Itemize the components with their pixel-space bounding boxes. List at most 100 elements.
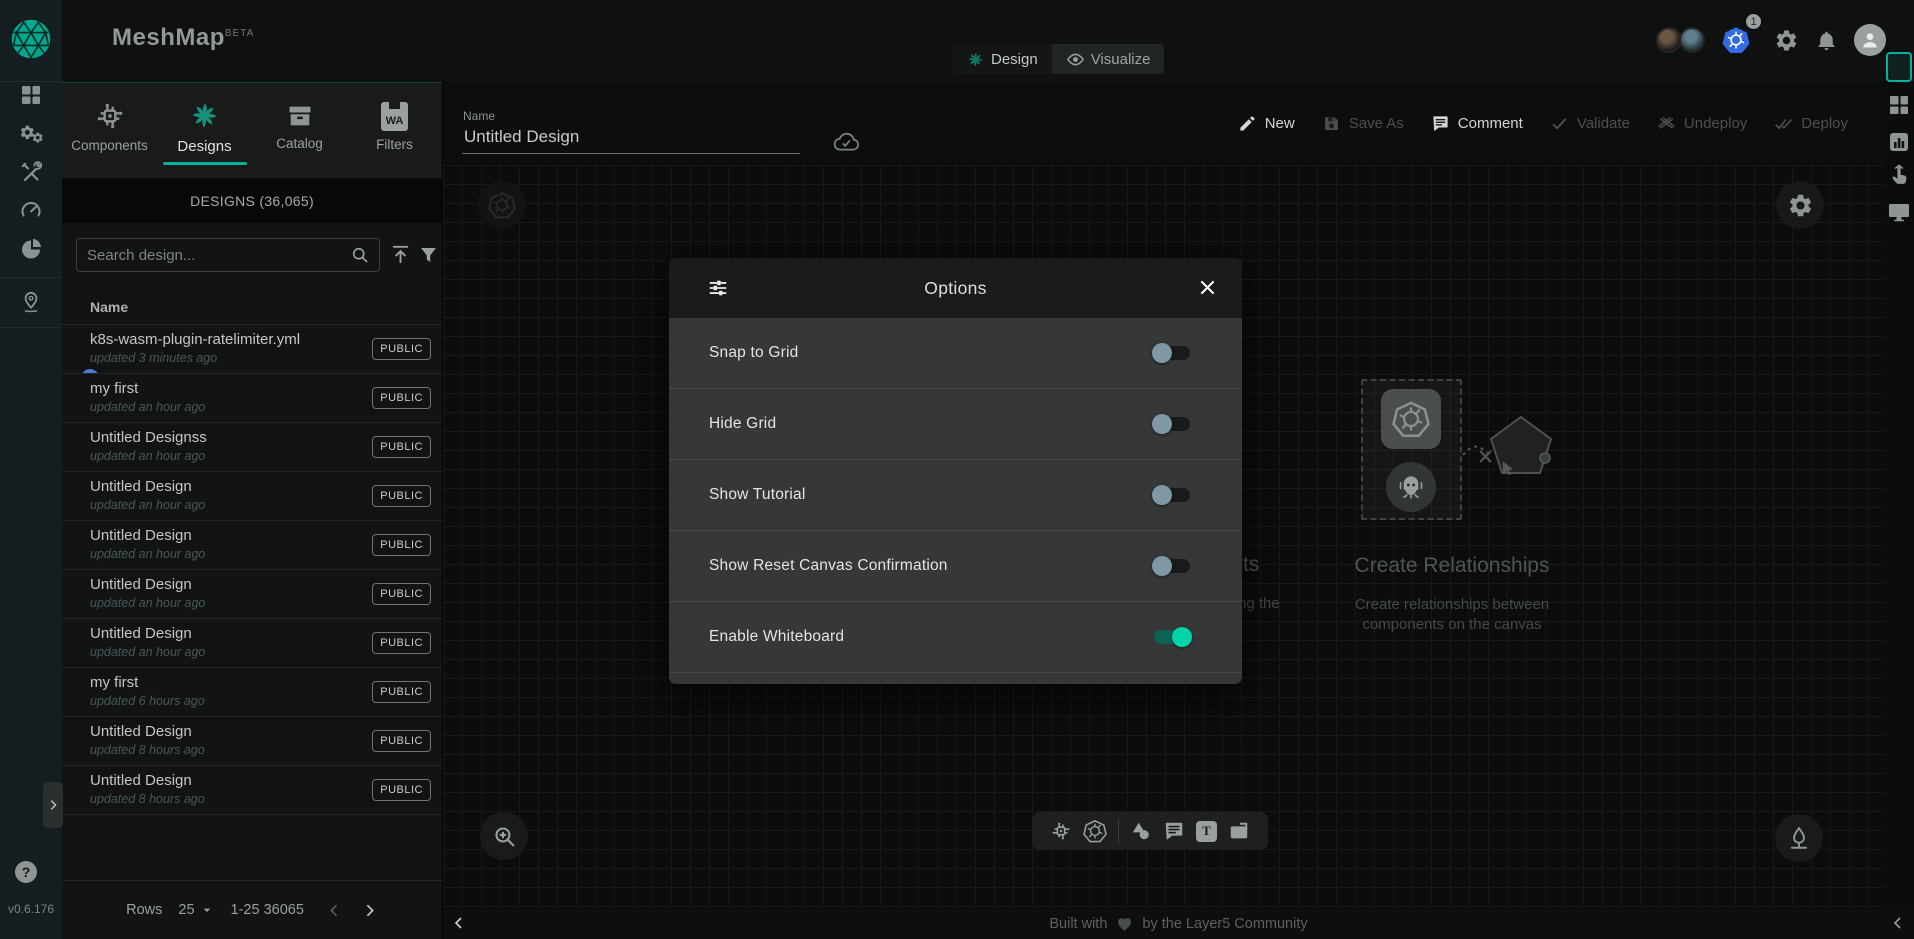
design-name-label: Name <box>463 109 495 123</box>
design-row[interactable]: Untitled Designss updated an hour ago PU… <box>62 423 442 472</box>
pagination-bar: Rows 25 1-25 36065 <box>62 880 442 939</box>
zoom-button[interactable] <box>480 812 528 860</box>
public-badge: PUBLIC <box>372 583 431 605</box>
designs-count-header: DESIGNS (36,065) <box>62 178 442 223</box>
design-row[interactable]: Untitled Design updated 8 hours ago PUBL… <box>62 766 442 815</box>
show-tutorial-switch[interactable] <box>1154 488 1190 502</box>
public-badge: PUBLIC <box>372 436 431 458</box>
catalog-icon <box>286 102 314 130</box>
next-page-button[interactable] <box>361 902 378 919</box>
toolbar-divider <box>1118 819 1119 843</box>
design-row[interactable]: Untitled Design updated an hour ago PUBL… <box>62 472 442 521</box>
user-avatar[interactable] <box>1854 24 1886 56</box>
canvas-settings-button[interactable] <box>1776 181 1824 229</box>
design-row[interactable]: Untitled Design updated an hour ago PUBL… <box>62 521 442 570</box>
design-name-input[interactable] <box>462 125 800 154</box>
tool-kubernetes[interactable] <box>1083 819 1107 843</box>
visualize-mode-button[interactable]: Visualize <box>1052 44 1165 74</box>
comment-icon <box>1163 820 1185 842</box>
squid-node-icon <box>1386 462 1436 512</box>
extensions-pie-icon[interactable] <box>19 237 43 261</box>
deploy-button[interactable]: Deploy <box>1774 114 1848 133</box>
context-count-badge: 1 <box>1744 12 1763 31</box>
kubernetes-context-icon[interactable] <box>1722 26 1750 54</box>
validate-button[interactable]: Validate <box>1550 114 1630 133</box>
canvas-toolbar-top: Name New Save As Comment Validate Undepl… <box>443 82 1884 165</box>
design-name: k8s-wasm-plugin-ratelimiter.yml <box>90 331 300 348</box>
design-updated: updated an hour ago <box>90 547 205 561</box>
expand-sidebar-button[interactable] <box>43 782 63 828</box>
touch-interaction-icon[interactable] <box>1887 163 1911 187</box>
search-input[interactable] <box>77 247 350 264</box>
pump-button[interactable] <box>1775 814 1823 862</box>
tool-shapes[interactable] <box>1130 820 1152 842</box>
design-row[interactable]: Untitled Design updated an hour ago PUBL… <box>62 619 442 668</box>
snap-to-grid-switch[interactable] <box>1154 346 1190 360</box>
canvas-context-button[interactable] <box>478 181 526 229</box>
comment-icon <box>1431 114 1450 133</box>
design-row[interactable]: Untitled Design updated 8 hours ago PUBL… <box>62 717 442 766</box>
filter-designs-button[interactable] <box>418 244 439 265</box>
design-row[interactable]: my first updated 6 hours ago PUBLIC <box>62 668 442 717</box>
mode-toggle: Design Visualize <box>952 44 1164 74</box>
hide-grid-switch[interactable] <box>1154 417 1190 431</box>
option-row: Snap to Grid <box>669 318 1242 389</box>
design-name: Untitled Design <box>90 527 192 544</box>
tab-designs[interactable]: Designs <box>157 83 252 178</box>
settings-gear-icon[interactable] <box>1774 28 1799 53</box>
tool-comment[interactable] <box>1163 820 1185 842</box>
new-button[interactable]: New <box>1238 114 1295 133</box>
design-updated: updated an hour ago <box>90 449 205 463</box>
dashboard-icon[interactable] <box>19 83 43 107</box>
design-updated: updated an hour ago <box>90 498 205 512</box>
heart-icon <box>1115 914 1134 933</box>
widgets-panel-icon[interactable] <box>1887 93 1911 117</box>
design-updated: updated an hour ago <box>90 400 205 414</box>
meshmap-app: ? v0.6.176 MeshMapBETA Design Visualize … <box>0 0 1914 939</box>
chart-panel-icon[interactable] <box>1887 130 1911 154</box>
import-design-button[interactable] <box>389 243 412 266</box>
configuration-tools-icon[interactable] <box>19 160 43 184</box>
public-badge: PUBLIC <box>372 779 431 801</box>
list-header: Name <box>62 290 442 325</box>
left-nav-rail: ? v0.6.176 <box>0 0 62 939</box>
comment-button[interactable]: Comment <box>1431 114 1523 133</box>
search-icon[interactable] <box>350 245 379 265</box>
rows-per-page-label: Rows <box>126 902 162 918</box>
active-panel-indicator[interactable] <box>1886 52 1912 82</box>
close-icon <box>1197 277 1218 298</box>
page-range: 1-25 36065 <box>231 902 304 918</box>
design-row[interactable]: my first updated an hour ago PUBLIC <box>62 374 442 423</box>
footer-collapse-right-button[interactable] <box>1890 915 1906 931</box>
tab-catalog[interactable]: Catalog <box>252 83 347 178</box>
dialog-header[interactable]: Options <box>669 258 1242 318</box>
tool-media[interactable] <box>1228 820 1250 842</box>
map-pin-icon[interactable] <box>19 290 43 314</box>
enable-whiteboard-switch[interactable] <box>1154 630 1190 644</box>
performance-gauge-icon[interactable] <box>19 198 43 222</box>
design-row[interactable]: Untitled Design updated an hour ago PUBL… <box>62 570 442 619</box>
shapes-icon <box>1130 820 1152 842</box>
close-button[interactable] <box>1197 277 1218 298</box>
layer5-logo-icon[interactable] <box>9 17 53 61</box>
design-row[interactable]: k8s-wasm-plugin-ratelimiter.yml updated … <box>62 325 442 374</box>
show-reset-confirmation-switch[interactable] <box>1154 559 1190 573</box>
caret-down-icon <box>199 902 215 918</box>
rows-per-page-select[interactable]: 25 <box>178 902 214 918</box>
chevron-right-icon <box>46 798 60 812</box>
notifications-bell-icon[interactable] <box>1815 29 1838 52</box>
options-dialog: Options Snap to Grid Hide Grid Show Tuto… <box>669 258 1242 684</box>
occluded-hint-title-fragment: ts <box>1243 553 1259 577</box>
collaborator-avatar[interactable] <box>1679 27 1705 53</box>
undeploy-button[interactable]: Undeploy <box>1657 114 1747 133</box>
tool-component[interactable] <box>1050 820 1072 842</box>
tab-components[interactable]: Components <box>62 83 157 178</box>
save-as-button[interactable]: Save As <box>1322 114 1404 133</box>
design-mode-button[interactable]: Design <box>952 44 1052 74</box>
lifecycle-gears-icon[interactable] <box>19 122 44 147</box>
tab-filters[interactable]: WA Filters <box>347 83 442 178</box>
help-button[interactable]: ? <box>15 861 37 883</box>
tool-text[interactable]: T <box>1196 821 1217 842</box>
monitor-panel-icon[interactable] <box>1887 200 1911 224</box>
prev-page-button[interactable] <box>326 902 343 919</box>
